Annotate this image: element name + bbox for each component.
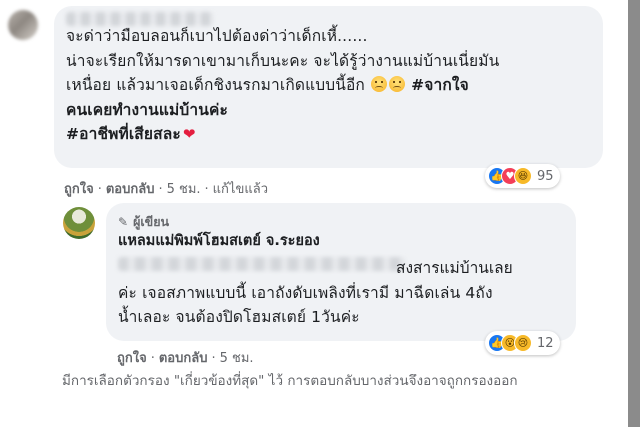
heart-emoji-icon: ❤	[182, 125, 196, 143]
reaction-count: 95	[537, 168, 554, 184]
timestamp[interactable]: 5 ชม.	[167, 182, 201, 197]
reply-line: น้ำเลอะ จนต้องปิดโฮมสเตย์ 1วันค่ะ	[118, 308, 360, 326]
window-edge	[628, 0, 640, 427]
pencil-icon: ✎	[118, 215, 129, 229]
timestamp[interactable]: 5 ชม.	[220, 351, 254, 366]
edited-label[interactable]: แก้ไขแล้ว	[213, 182, 268, 197]
reply-button[interactable]: ตอบกลับ	[106, 182, 155, 197]
sad-icon: 😢	[514, 334, 532, 352]
reaction-summary[interactable]: 👍 😮 😢 12	[485, 331, 560, 355]
reaction-summary[interactable]: 👍 ♥ 😆 95	[485, 164, 560, 188]
reaction-count: 12	[537, 335, 554, 351]
like-button[interactable]: ถูกใจ	[117, 351, 147, 366]
reply-bubble: ✎ ผู้เขียน แหลมแม่พิมพ์โฮมสเตย์ จ.ระยอง …	[106, 203, 576, 341]
comment-line: น่าจะเรียกให้มารดาเขามาเก็บนะคะ จะได้รู้…	[66, 51, 500, 70]
comment-text: จะด่าว่ามือบลอนก็เบาไปต้องด่าว่าเด็กเหี้…	[66, 24, 594, 147]
reply-text: ค่ะ เจอสภาพแบบนี้ เอาถังดับเพลิงที่เรามี…	[118, 281, 568, 329]
separator-dot: ·	[150, 351, 155, 366]
comment-line-text: เหนื่อย แล้วมาเจอเด็กชิงนรกมาเกิดแบบนี้อ…	[66, 76, 365, 94]
comment-actions: ถูกใจ · ตอบกลับ · 5 ชม. · แก้ไขแล้ว	[64, 178, 268, 199]
comment-line: จะด่าว่ามือบลอนก็เบาไปต้องด่าว่าเด็กเหี้…	[66, 27, 368, 45]
reply-line: ค่ะ เจอสภาพแบบนี้ เอาถังดับเพลิงที่เรามี…	[118, 284, 493, 302]
comment-bubble: จะด่าว่ามือบลอนก็เบาไปต้องด่าว่าเด็กเหี้…	[54, 6, 603, 168]
hashtag-link-continued[interactable]: คนเคยทำงานแม่บ้านค่ะ	[66, 101, 228, 119]
reply-actions: ถูกใจ · ตอบกลับ · 5 ชม.	[117, 347, 254, 368]
blurred-mention	[118, 257, 406, 271]
reply-button[interactable]: ตอบกลับ	[159, 351, 208, 366]
hashtag-link[interactable]: #อาชีพที่เสียสละ	[66, 125, 181, 143]
page-name-link[interactable]: แหลมแม่พิมพ์โฮมสเตย์ จ.ระยอง	[118, 229, 320, 252]
page-avatar[interactable]	[63, 207, 95, 239]
comment-line: คนเคยทำงานแม่บ้านค่ะ	[66, 98, 594, 123]
separator-dot: ·	[97, 182, 102, 197]
reply-line: สงสารแม่บ้านเลย	[396, 259, 513, 277]
sad-emoji-icon	[389, 76, 406, 92]
sad-emoji-icon	[371, 76, 388, 92]
filter-notice: มีการเลือกตัวกรอง "เกี่ยวข้องที่สุด" ไว้…	[62, 373, 518, 389]
haha-icon: 😆	[514, 167, 532, 185]
separator-dot: ·	[204, 182, 209, 197]
commenter-avatar[interactable]	[8, 10, 38, 40]
hashtag-link[interactable]: #จากใจ	[411, 76, 469, 94]
separator-dot: ·	[211, 351, 216, 366]
like-button[interactable]: ถูกใจ	[64, 182, 94, 197]
separator-dot: ·	[158, 182, 163, 197]
comment-line: #อาชีพที่เสียสละ ❤	[66, 122, 594, 147]
comment-line: เหนื่อย แล้วมาเจอเด็กชิงนรกมาเกิดแบบนี้อ…	[66, 73, 594, 98]
